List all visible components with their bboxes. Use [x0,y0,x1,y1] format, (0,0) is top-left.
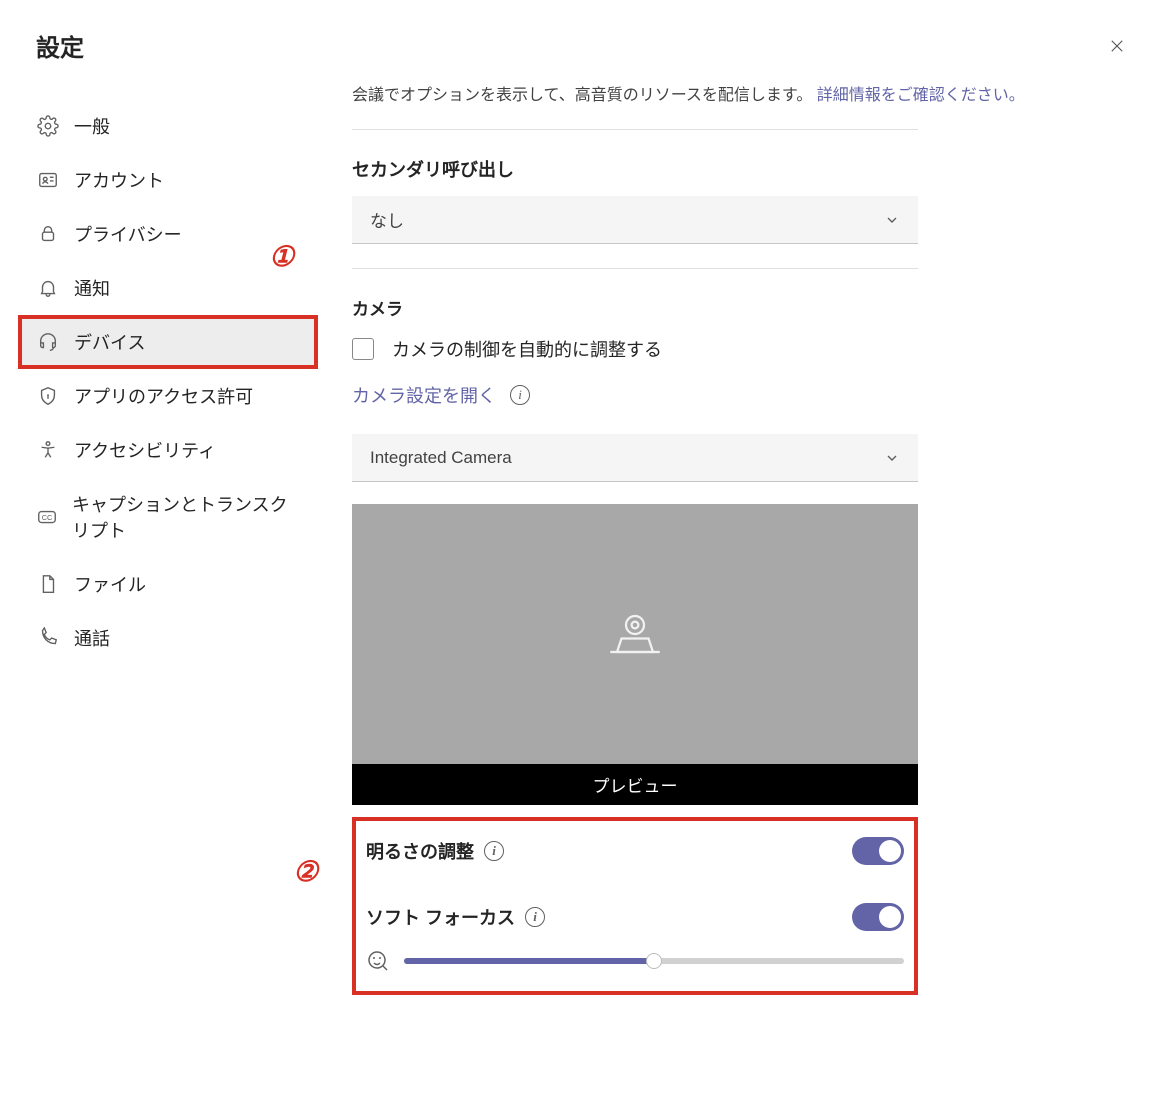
info-icon[interactable]: i [484,841,504,861]
auto-adjust-label: カメラの制御を自動的に調整する [392,336,662,362]
slider-fill [404,958,654,964]
annotation-1: ① [269,240,294,274]
auto-adjust-checkbox[interactable] [352,338,374,360]
sidebar-item-label: アクセシビリティ [74,437,216,463]
divider [352,129,918,130]
face-retouch-icon [366,949,390,973]
sidebar-item-calls[interactable]: 通話 [18,611,318,665]
close-icon [1108,37,1126,55]
sidebar-item-label: 通話 [74,625,110,651]
account-icon [36,168,60,192]
info-icon[interactable]: i [510,385,530,405]
bell-icon [36,276,60,300]
sidebar-item-label: ファイル [74,571,146,597]
slider-thumb[interactable] [646,953,662,969]
preview-button[interactable]: プレビュー [352,764,918,805]
sidebar-item-label: 通知 [74,275,110,301]
truncated-description: 会議でオプションを表示して、高音質のリソースを配信します。 詳細情報をご確認くだ… [352,81,918,105]
open-camera-settings-link[interactable]: カメラ設定を開く [352,382,496,408]
sidebar-item-label: アカウント [74,167,164,193]
sidebar-item-label: キャプションとトランスクリプト [72,491,300,543]
phone-icon [36,626,60,650]
sidebar-item-accessibility[interactable]: アクセシビリティ [18,423,318,477]
details-link[interactable]: 詳細情報をご確認ください。 [817,87,1025,104]
softfocus-row: ソフト フォーカス i [366,901,904,933]
sidebar-item-files[interactable]: ファイル [18,557,318,611]
header: 設定 [0,0,1169,75]
brightness-toggle[interactable] [852,837,904,865]
svg-text:CC: CC [42,513,53,522]
secondary-ringer-label: セカンダリ呼び出し [352,156,918,182]
camera-placeholder-icon [599,598,671,670]
chevron-down-icon [884,450,900,466]
annotated-section-2: 明るさの調整 i ソフト フォーカス i [352,817,918,995]
settings-sidebar: 一般 アカウント プライバシー 通知 デバイス [18,75,318,1101]
shield-icon [36,384,60,408]
auto-adjust-row[interactable]: カメラの制御を自動的に調整する [352,336,918,362]
softfocus-label: ソフト フォーカス [366,904,515,930]
sidebar-item-devices[interactable]: デバイス [18,315,318,369]
sidebar-item-app-permissions[interactable]: アプリのアクセス許可 [18,369,318,423]
select-value: Integrated Camera [370,448,512,468]
sidebar-item-label: アプリのアクセス許可 [74,383,253,409]
brightness-label: 明るさの調整 [366,838,474,864]
gear-icon [36,114,60,138]
sidebar-item-label: プライバシー [74,221,182,247]
cc-icon: CC [36,505,58,529]
annotation-2: ② [293,855,318,889]
select-value: なし [370,207,404,232]
brightness-row: 明るさの調整 i [366,835,904,867]
softfocus-toggle[interactable] [852,903,904,931]
divider [352,268,918,269]
chevron-down-icon [884,212,900,228]
file-icon [36,572,60,596]
accessibility-icon [36,438,60,462]
secondary-ringer-select[interactable]: なし [352,196,918,244]
camera-preview [352,504,918,764]
page-title: 設定 [36,28,84,63]
lock-icon [36,222,60,246]
sidebar-item-label: 一般 [74,113,110,139]
camera-section-label: カメラ [352,295,918,320]
headset-icon [36,330,60,354]
softfocus-slider-row [366,949,904,973]
sidebar-item-label: デバイス [74,329,145,355]
sidebar-item-account[interactable]: アカウント [18,153,318,207]
settings-content: 会議でオプションを表示して、高音質のリソースを配信します。 詳細情報をご確認くだ… [318,75,958,1101]
sidebar-item-general[interactable]: 一般 [18,99,318,153]
close-button[interactable] [1101,30,1133,62]
camera-select[interactable]: Integrated Camera [352,434,918,482]
softfocus-slider[interactable] [404,958,904,964]
info-icon[interactable]: i [525,907,545,927]
sidebar-item-captions[interactable]: CC キャプションとトランスクリプト [18,477,318,557]
